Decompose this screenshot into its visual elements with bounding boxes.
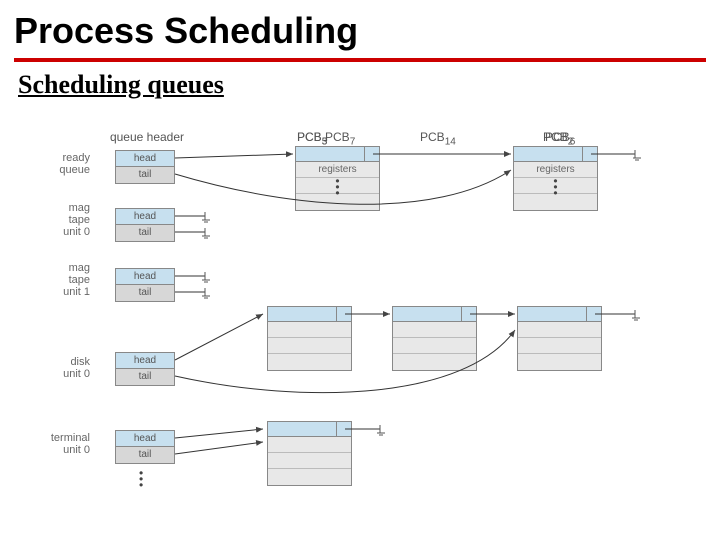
pcb-pointer-row	[393, 307, 476, 322]
tail-cell: tail	[116, 167, 174, 183]
mag0-queue-box: head tail	[115, 208, 175, 242]
head-cell: head	[116, 431, 174, 447]
terminal-0-label: terminal unit 0	[35, 432, 90, 456]
ready-queue-label: ready queue	[35, 152, 90, 176]
pcb-body	[518, 322, 601, 370]
queue-header-label: queue header	[107, 130, 187, 144]
pcb-pointer-row	[518, 307, 601, 322]
tail-cell: tail	[116, 285, 174, 301]
pcb-pointer-row	[268, 307, 351, 322]
pcb5-box	[267, 421, 352, 486]
pcb5-label: PCB5	[297, 130, 327, 147]
pcb-body	[268, 322, 351, 370]
pcb6-label: PCB6	[545, 130, 575, 147]
page-title: Process Scheduling	[0, 0, 720, 58]
scheduling-queues-diagram: queue header PCB7 PCB2 PCB3 PCB14 PCB6 P…	[35, 130, 695, 530]
disk0-queue-box: head tail	[115, 352, 175, 386]
pcb6-box	[517, 306, 602, 371]
ready-queue-box: head tail	[115, 150, 175, 184]
head-cell: head	[116, 209, 174, 225]
more-queues-dots: •••	[139, 470, 143, 488]
pcb7-label: PCB7	[325, 130, 355, 147]
tail-cell: tail	[116, 225, 174, 241]
head-cell: head	[116, 269, 174, 285]
pcb-pointer-row	[296, 147, 379, 162]
pcb-body	[268, 437, 351, 485]
pcb-pointer-row	[514, 147, 597, 162]
pcb-body: registers •••	[514, 162, 597, 210]
pcb-body: registers •••	[296, 162, 379, 210]
disk-0-label: disk unit 0	[35, 356, 90, 380]
head-cell: head	[116, 151, 174, 167]
pcb-pointer-row	[268, 422, 351, 437]
pcb14-box	[392, 306, 477, 371]
mag-tape-1-label: mag tape unit 1	[35, 262, 90, 298]
pcb-body	[393, 322, 476, 370]
pcb3-box	[267, 306, 352, 371]
term0-queue-box: head tail	[115, 430, 175, 464]
pcb2-box: registers •••	[513, 146, 598, 211]
title-underline	[14, 58, 706, 62]
section-heading: Scheduling queues	[0, 70, 720, 106]
mag1-queue-box: head tail	[115, 268, 175, 302]
tail-cell: tail	[116, 447, 174, 463]
mag-tape-0-label: mag tape unit 0	[35, 202, 90, 238]
tail-cell: tail	[116, 369, 174, 385]
pcb7-box: registers •••	[295, 146, 380, 211]
head-cell: head	[116, 353, 174, 369]
pcb14-label: PCB14	[420, 130, 456, 147]
